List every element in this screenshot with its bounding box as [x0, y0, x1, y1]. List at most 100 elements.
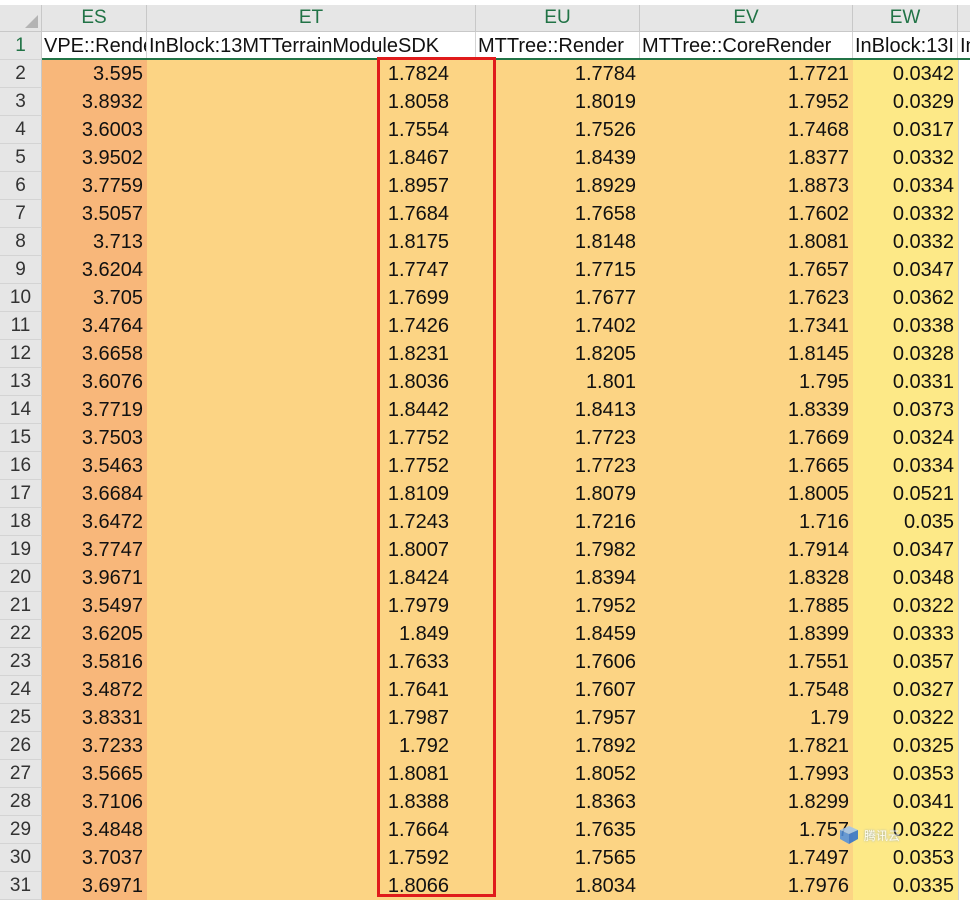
cell-ev[interactable]: 1.7952: [640, 88, 853, 116]
cell-ex[interactable]: [958, 340, 970, 368]
cell-ev[interactable]: 1.7821: [640, 732, 853, 760]
cell-eu[interactable]: 1.8439: [476, 144, 640, 172]
header-cell-eu[interactable]: MTTree::Render: [476, 32, 640, 60]
cell-et[interactable]: 1.7747: [147, 256, 476, 284]
cell-eu[interactable]: 1.7216: [476, 508, 640, 536]
cell-ev[interactable]: 1.7721: [640, 60, 853, 88]
cell-es[interactable]: 3.5497: [42, 592, 147, 620]
cell-eu[interactable]: 1.8148: [476, 228, 640, 256]
cell-et[interactable]: 1.792: [147, 732, 476, 760]
cell-es[interactable]: 3.705: [42, 284, 147, 312]
cell-eu[interactable]: 1.7982: [476, 536, 640, 564]
row-header[interactable]: 22: [0, 620, 42, 648]
header-cell-ev[interactable]: MTTree::CoreRender: [640, 32, 853, 60]
cell-ev[interactable]: 1.8081: [640, 228, 853, 256]
cell-es[interactable]: 3.5816: [42, 648, 147, 676]
cell-ev[interactable]: 1.716: [640, 508, 853, 536]
row-header[interactable]: 12: [0, 340, 42, 368]
cell-eu[interactable]: 1.8459: [476, 620, 640, 648]
cell-eu[interactable]: 1.8079: [476, 480, 640, 508]
cell-et[interactable]: 1.7633: [147, 648, 476, 676]
cell-ex[interactable]: [958, 144, 970, 172]
cell-ex[interactable]: [958, 228, 970, 256]
cell-eu[interactable]: 1.7402: [476, 312, 640, 340]
cell-et[interactable]: 1.8957: [147, 172, 476, 200]
cell-et[interactable]: 1.7664: [147, 816, 476, 844]
cell-eu[interactable]: 1.8413: [476, 396, 640, 424]
cell-ew[interactable]: 0.0362: [853, 284, 958, 312]
cell-ew[interactable]: 0.0334: [853, 172, 958, 200]
cell-ex[interactable]: [958, 816, 970, 844]
row-header[interactable]: 9: [0, 256, 42, 284]
cell-es[interactable]: 3.6971: [42, 872, 147, 900]
cell-es[interactable]: 3.4764: [42, 312, 147, 340]
cell-ew[interactable]: 0.0332: [853, 144, 958, 172]
cell-ex[interactable]: [958, 788, 970, 816]
cell-et[interactable]: 1.8388: [147, 788, 476, 816]
cell-es[interactable]: 3.6003: [42, 116, 147, 144]
cell-et[interactable]: 1.7699: [147, 284, 476, 312]
cell-et[interactable]: 1.849: [147, 620, 476, 648]
cell-ew[interactable]: 0.0317: [853, 116, 958, 144]
cell-et[interactable]: 1.7641: [147, 676, 476, 704]
row-header-1[interactable]: 1: [0, 32, 42, 60]
cell-ev[interactable]: 1.7885: [640, 592, 853, 620]
cell-ex[interactable]: [958, 872, 970, 900]
cell-ev[interactable]: 1.8873: [640, 172, 853, 200]
row-header[interactable]: 6: [0, 172, 42, 200]
cell-ex[interactable]: [958, 452, 970, 480]
cell-et[interactable]: 1.8081: [147, 760, 476, 788]
cell-ev[interactable]: 1.8328: [640, 564, 853, 592]
cell-ew[interactable]: 0.0348: [853, 564, 958, 592]
cell-et[interactable]: 1.8036: [147, 368, 476, 396]
cell-ev[interactable]: 1.8377: [640, 144, 853, 172]
cell-eu[interactable]: 1.7658: [476, 200, 640, 228]
cell-et[interactable]: 1.8231: [147, 340, 476, 368]
row-header[interactable]: 10: [0, 284, 42, 312]
row-header[interactable]: 18: [0, 508, 42, 536]
column-header-et[interactable]: ET: [147, 5, 476, 32]
row-header[interactable]: 24: [0, 676, 42, 704]
cell-ev[interactable]: 1.7993: [640, 760, 853, 788]
header-cell-ew[interactable]: InBlock:13I: [853, 32, 958, 60]
cell-eu[interactable]: 1.7892: [476, 732, 640, 760]
cell-ev[interactable]: 1.7548: [640, 676, 853, 704]
cell-ev[interactable]: 1.79: [640, 704, 853, 732]
cell-et[interactable]: 1.8109: [147, 480, 476, 508]
cell-ew[interactable]: 0.0341: [853, 788, 958, 816]
header-cell-es[interactable]: VPE::Render: [42, 32, 147, 60]
cell-ew[interactable]: 0.0324: [853, 424, 958, 452]
cell-ew[interactable]: 0.0329: [853, 88, 958, 116]
cell-ew[interactable]: 0.0322: [853, 592, 958, 620]
cell-ev[interactable]: 1.7665: [640, 452, 853, 480]
cell-eu[interactable]: 1.7607: [476, 676, 640, 704]
cell-ew[interactable]: 0.0335: [853, 872, 958, 900]
cell-et[interactable]: 1.7554: [147, 116, 476, 144]
cell-et[interactable]: 1.7752: [147, 424, 476, 452]
cell-et[interactable]: 1.7752: [147, 452, 476, 480]
cell-ew[interactable]: 0.0332: [853, 200, 958, 228]
row-header[interactable]: 20: [0, 564, 42, 592]
cell-ev[interactable]: 1.8145: [640, 340, 853, 368]
cell-eu[interactable]: 1.7677: [476, 284, 640, 312]
cell-eu[interactable]: 1.7723: [476, 452, 640, 480]
cell-ew[interactable]: 0.0521: [853, 480, 958, 508]
row-header[interactable]: 13: [0, 368, 42, 396]
cell-ew[interactable]: 0.0334: [853, 452, 958, 480]
cell-eu[interactable]: 1.8019: [476, 88, 640, 116]
cell-eu[interactable]: 1.7957: [476, 704, 640, 732]
cell-ev[interactable]: 1.795: [640, 368, 853, 396]
row-header[interactable]: 31: [0, 872, 42, 900]
cell-ew[interactable]: 0.0347: [853, 536, 958, 564]
row-header[interactable]: 16: [0, 452, 42, 480]
cell-et[interactable]: 1.8007: [147, 536, 476, 564]
cell-et[interactable]: 1.8467: [147, 144, 476, 172]
column-header-ew[interactable]: EW: [853, 5, 958, 32]
cell-et[interactable]: 1.7243: [147, 508, 476, 536]
cell-ew[interactable]: 0.0325: [853, 732, 958, 760]
cell-ex[interactable]: [958, 424, 970, 452]
cell-ew[interactable]: 0.0338: [853, 312, 958, 340]
cell-eu[interactable]: 1.8363: [476, 788, 640, 816]
cell-et[interactable]: 1.7979: [147, 592, 476, 620]
cell-ex[interactable]: [958, 564, 970, 592]
